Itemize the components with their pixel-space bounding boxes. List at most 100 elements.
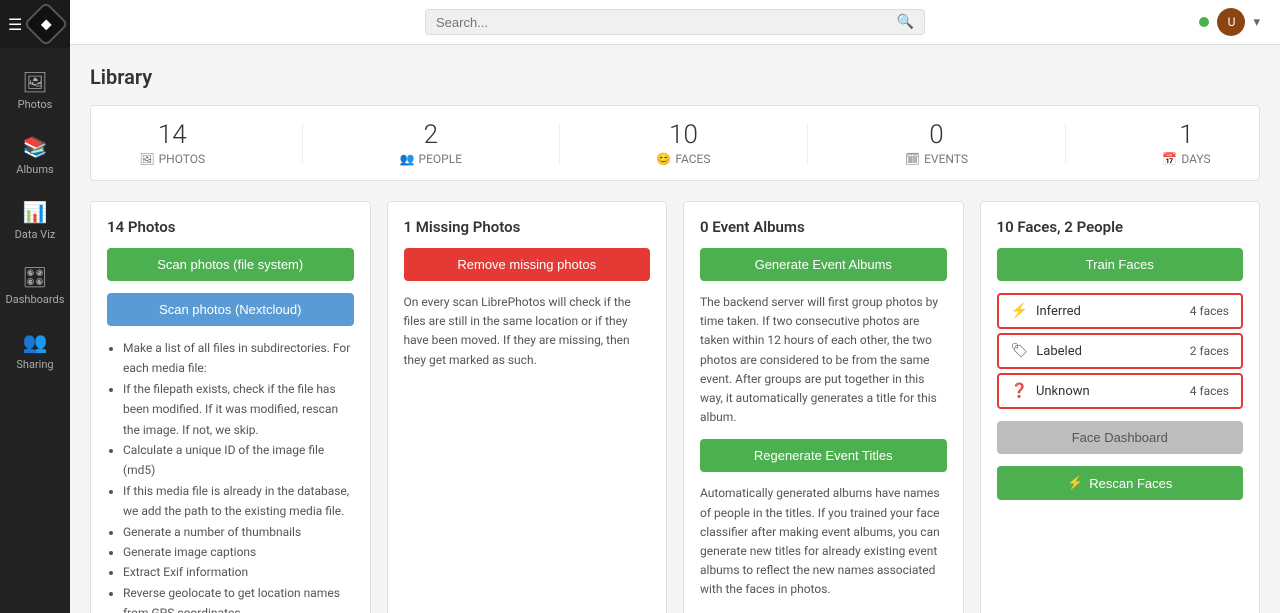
bullet-item: Generate image captions — [123, 542, 354, 562]
train-faces-button[interactable]: Train Faces — [997, 248, 1244, 281]
lightning-icon: ⚡ — [1011, 303, 1028, 319]
cards-row: 14 Photos Scan photos (file system) Scan… — [90, 201, 1260, 613]
bullet-item: If this media file is already in the dat… — [123, 481, 354, 522]
logo-diamond: ◆ — [41, 16, 52, 32]
topbar: 🔍 U ▾ — [70, 0, 1280, 45]
page-title: Library — [90, 65, 1260, 89]
bullet-item: If the filepath exists, check if the fil… — [123, 379, 354, 440]
unknown-count: 4 faces — [1190, 384, 1229, 398]
events-desc-bottom: Automatically generated albums have name… — [700, 484, 947, 599]
stat-people: 2 👥 PEOPLE — [400, 120, 462, 166]
stat-faces: 10 😊 FACES — [656, 120, 710, 166]
stat-divider — [302, 123, 303, 163]
face-dashboard-button[interactable]: Face Dashboard — [997, 421, 1244, 454]
events-stat-icon: 🗓 — [905, 152, 920, 166]
days-stat-icon: 📅 — [1162, 152, 1177, 166]
events-count: 0 — [929, 120, 943, 150]
hamburger-icon[interactable]: ☰ — [8, 15, 22, 34]
chevron-down-icon[interactable]: ▾ — [1253, 15, 1260, 30]
bullet-item: Calculate a unique ID of the image file … — [123, 440, 354, 481]
stat-divider — [1065, 123, 1066, 163]
search-input[interactable] — [436, 15, 897, 30]
sidebar-nav: 🖼 Photos 📚 Albums 📊 Data Viz 🎛 Dashboard… — [0, 48, 70, 383]
face-item-inferred[interactable]: ⚡ Inferred 4 faces — [997, 293, 1244, 329]
inferred-count: 4 faces — [1190, 304, 1229, 318]
labeled-count: 2 faces — [1190, 344, 1229, 358]
scan-nc-button[interactable]: Scan photos (Nextcloud) — [107, 293, 354, 326]
inferred-label: Inferred — [1036, 304, 1081, 319]
sidebar-item-photos[interactable]: 🖼 Photos — [0, 58, 70, 123]
labeled-label: Labeled — [1036, 344, 1082, 359]
search-icon[interactable]: 🔍 — [897, 14, 914, 30]
people-count: 2 — [424, 120, 438, 150]
sidebar-header: ☰ ◆ — [0, 0, 70, 48]
face-item-left: ❓ Unknown — [1011, 383, 1090, 399]
photos-card-title: 14 Photos — [107, 218, 354, 236]
sidebar-item-albums[interactable]: 📚 Albums — [0, 123, 70, 188]
remove-missing-button[interactable]: Remove missing photos — [404, 248, 651, 281]
stat-divider — [807, 123, 808, 163]
faces-count: 10 — [669, 120, 698, 150]
face-item-left: 🏷 Labeled — [1011, 343, 1082, 359]
bullet-item: Generate a number of thumbnails — [123, 522, 354, 542]
sharing-icon: 👥 — [23, 330, 48, 354]
missing-photos-card: 1 Missing Photos Remove missing photos O… — [387, 201, 668, 613]
dataviz-icon: 📊 — [23, 200, 48, 224]
faces-stat-icon: 😊 — [656, 152, 671, 166]
scan-bullets: Make a list of all files in subdirectori… — [107, 338, 354, 613]
sidebar-item-label: Photos — [18, 98, 53, 111]
people-stat-icon: 👥 — [400, 152, 415, 166]
sidebar-item-sharing[interactable]: 👥 Sharing — [0, 318, 70, 383]
status-indicator — [1199, 17, 1209, 27]
face-item-unknown[interactable]: ❓ Unknown 4 faces — [997, 373, 1244, 409]
bullet-item: Reverse geolocate to get location names … — [123, 583, 354, 613]
face-items-list: ⚡ Inferred 4 faces 🏷 Labeled 2 faces — [997, 293, 1244, 409]
sidebar-item-label: Sharing — [16, 358, 53, 371]
avatar[interactable]: U — [1217, 8, 1245, 36]
app-logo: ◆ — [23, 1, 68, 46]
generate-events-button[interactable]: Generate Event Albums — [700, 248, 947, 281]
sidebar-item-label: Data Viz — [15, 228, 56, 241]
search-container: 🔍 — [425, 9, 925, 35]
missing-desc: On every scan LibrePhotos will check if … — [404, 293, 651, 370]
bullet-item: Extract Exif information — [123, 562, 354, 582]
bullet-item: Make a list of all files in subdirectori… — [123, 338, 354, 379]
missing-card-title: 1 Missing Photos — [404, 218, 651, 236]
faces-card-title: 10 Faces, 2 People — [997, 218, 1244, 236]
events-label: 🗓 EVENTS — [905, 152, 968, 166]
main-container: 🔍 U ▾ Library 14 🖼 PHOTOS 2 — [70, 0, 1280, 613]
scan-fs-button[interactable]: Scan photos (file system) — [107, 248, 354, 281]
sidebar-item-dashboards[interactable]: 🎛 Dashboards — [0, 253, 70, 318]
face-item-labeled[interactable]: 🏷 Labeled 2 faces — [997, 333, 1244, 369]
events-card-title: 0 Event Albums — [700, 218, 947, 236]
events-desc-top: The backend server will first group phot… — [700, 293, 947, 427]
sidebar-item-label: Albums — [16, 163, 53, 176]
stat-events: 0 🗓 EVENTS — [905, 120, 968, 166]
photos-count: 14 — [158, 120, 187, 150]
topbar-right: U ▾ — [1199, 8, 1260, 36]
content-area: Library 14 🖼 PHOTOS 2 👥 PEOPLE 10 — [70, 45, 1280, 613]
sidebar: ☰ ◆ 🖼 Photos 📚 Albums 📊 Data Viz 🎛 Dashb… — [0, 0, 70, 613]
photos-stat-icon: 🖼 — [139, 152, 154, 166]
avatar-initial: U — [1228, 15, 1236, 29]
rescan-faces-button[interactable]: ⚡ Rescan Faces — [997, 466, 1244, 500]
unknown-label: Unknown — [1036, 384, 1090, 399]
tag-icon: 🏷 — [1011, 343, 1029, 359]
sidebar-item-dataviz[interactable]: 📊 Data Viz — [0, 188, 70, 253]
dashboards-icon: 🎛 — [22, 265, 47, 289]
faces-card: 10 Faces, 2 People Train Faces ⚡ Inferre… — [980, 201, 1261, 613]
photos-label: 🖼 PHOTOS — [139, 152, 205, 166]
days-count: 1 — [1179, 120, 1193, 150]
lightning2-icon: ⚡ — [1067, 475, 1083, 491]
stat-divider — [559, 123, 560, 163]
faces-label: 😊 FACES — [656, 152, 710, 166]
people-label: 👥 PEOPLE — [400, 152, 462, 166]
stat-photos: 14 🖼 PHOTOS — [139, 120, 205, 166]
events-card: 0 Event Albums Generate Event Albums The… — [683, 201, 964, 613]
stats-row: 14 🖼 PHOTOS 2 👥 PEOPLE 10 😊 FACES — [90, 105, 1260, 181]
photos-card: 14 Photos Scan photos (file system) Scan… — [90, 201, 371, 613]
regenerate-titles-button[interactable]: Regenerate Event Titles — [700, 439, 947, 472]
face-item-left: ⚡ Inferred — [1011, 303, 1081, 319]
albums-icon: 📚 — [23, 135, 48, 159]
stat-days: 1 📅 DAYS — [1162, 120, 1210, 166]
